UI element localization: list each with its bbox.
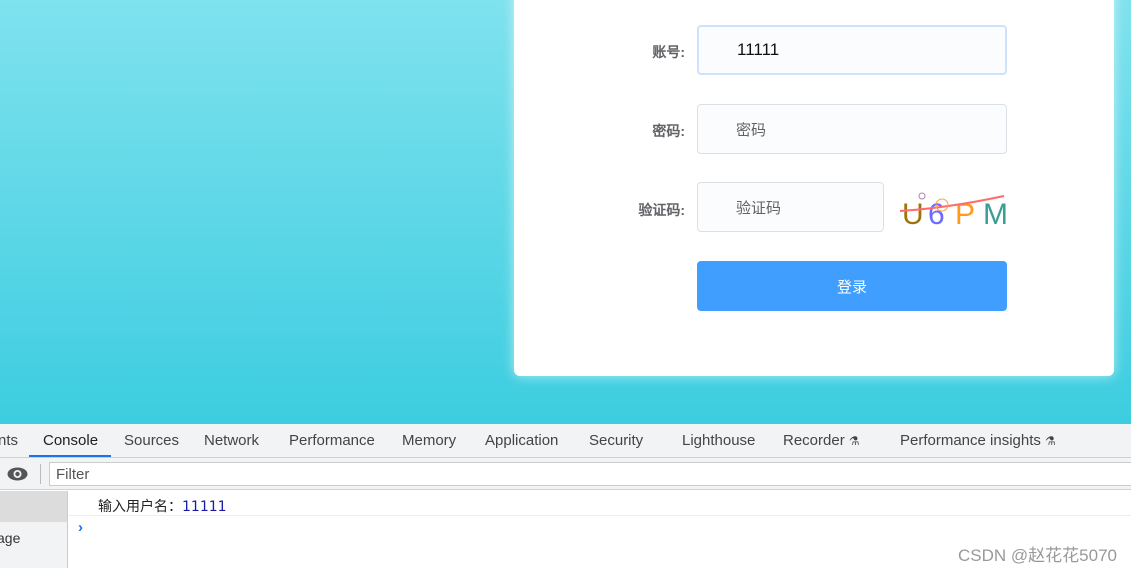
eye-icon[interactable] xyxy=(7,467,28,481)
captcha-image[interactable]: U 6 P M xyxy=(898,188,1008,232)
tab-memory[interactable]: Memory xyxy=(402,432,456,449)
captcha-input[interactable]: 验证码 xyxy=(697,182,884,232)
divider xyxy=(40,464,41,484)
log-text: 输入用户名： xyxy=(98,499,182,515)
console-log-line: 输入用户名：11111 xyxy=(98,496,227,516)
divider xyxy=(68,515,1131,516)
watermark: CSDN @赵花花5070 xyxy=(958,546,1117,565)
tab-security[interactable]: Security xyxy=(589,432,643,449)
flask-icon: ⚗ xyxy=(848,434,860,448)
account-input[interactable]: 11111 xyxy=(697,25,1007,75)
console-toolbar: Filter xyxy=(0,458,1131,490)
prompt-chevron-icon[interactable]: › xyxy=(78,519,83,536)
tab-network[interactable]: Network xyxy=(204,432,259,449)
captcha-char: M xyxy=(983,198,1008,231)
tab-label: Recorder xyxy=(783,432,845,449)
tab-label: Performance insights xyxy=(900,432,1041,449)
devtools-tabs: nts Console Sources Network Performance … xyxy=(0,424,1131,458)
console-sidebar: age xyxy=(0,491,68,568)
sidebar-item-selected[interactable] xyxy=(0,491,67,522)
password-input[interactable]: 密码 xyxy=(697,104,1007,154)
captcha-char: U xyxy=(902,198,924,231)
flask-icon: ⚗ xyxy=(1045,434,1056,448)
devtools-panel: nts Console Sources Network Performance … xyxy=(0,424,1131,568)
active-tab-indicator xyxy=(29,455,111,457)
password-label: 密码: xyxy=(652,123,685,139)
login-button[interactable]: 登录 xyxy=(697,261,1007,311)
tab-console[interactable]: Console xyxy=(43,432,98,449)
tab-recorder[interactable]: Recorder ⚗ xyxy=(783,432,860,449)
tab-lighthouse[interactable]: Lighthouse xyxy=(682,432,755,449)
tab-sources[interactable]: Sources xyxy=(124,432,179,449)
sidebar-item[interactable]: age xyxy=(0,522,67,546)
log-value: 11111 xyxy=(182,499,227,515)
tab-elements[interactable]: nts xyxy=(0,432,18,449)
tab-performance-insights[interactable]: Performance insights ⚗ xyxy=(900,432,1056,449)
account-label: 账号: xyxy=(652,44,685,60)
tab-performance[interactable]: Performance xyxy=(289,432,375,449)
filter-input[interactable]: Filter xyxy=(49,462,1131,486)
tab-application[interactable]: Application xyxy=(485,432,558,449)
captcha-label: 验证码: xyxy=(638,202,685,218)
